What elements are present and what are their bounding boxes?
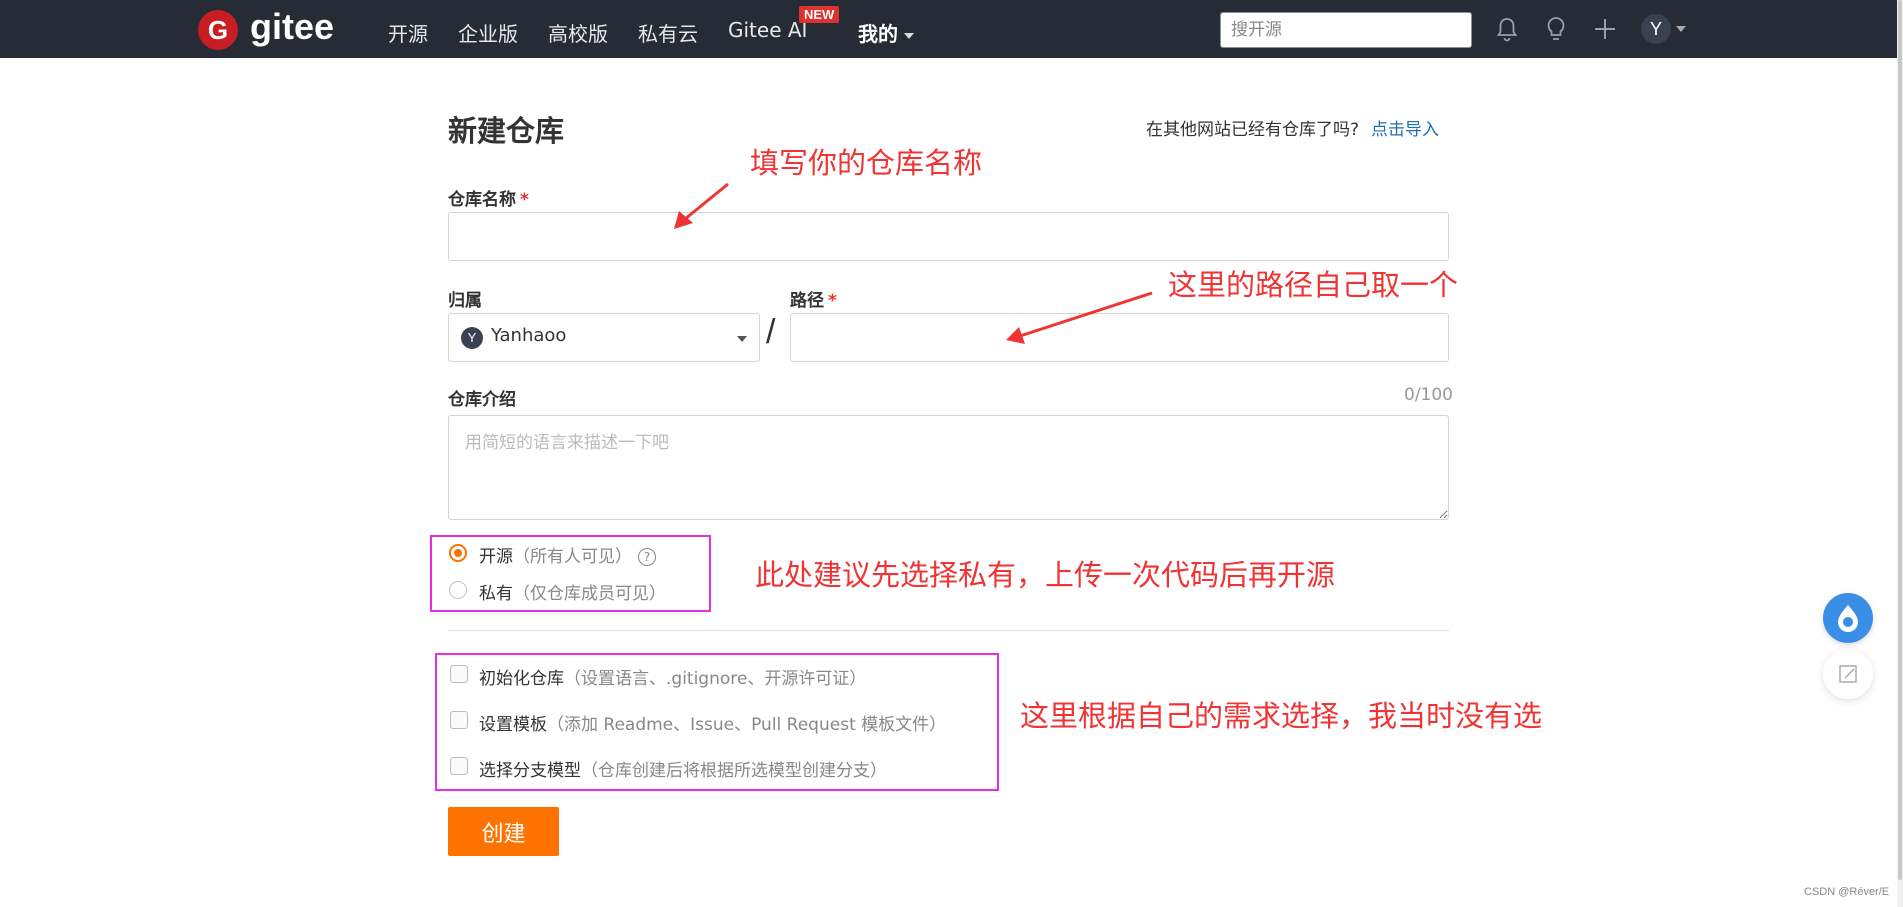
arrow-to-name-input xyxy=(674,182,729,229)
feedback-float-button[interactable] xyxy=(1823,649,1873,699)
arrow-to-path-input xyxy=(1006,291,1153,344)
droplet-icon xyxy=(1838,605,1858,632)
annotation-arrows xyxy=(674,182,1153,344)
assistant-float-button[interactable] xyxy=(1823,593,1873,643)
edit-icon xyxy=(1839,665,1857,683)
watermark: CSDN @Réver/E xyxy=(1804,886,1890,898)
